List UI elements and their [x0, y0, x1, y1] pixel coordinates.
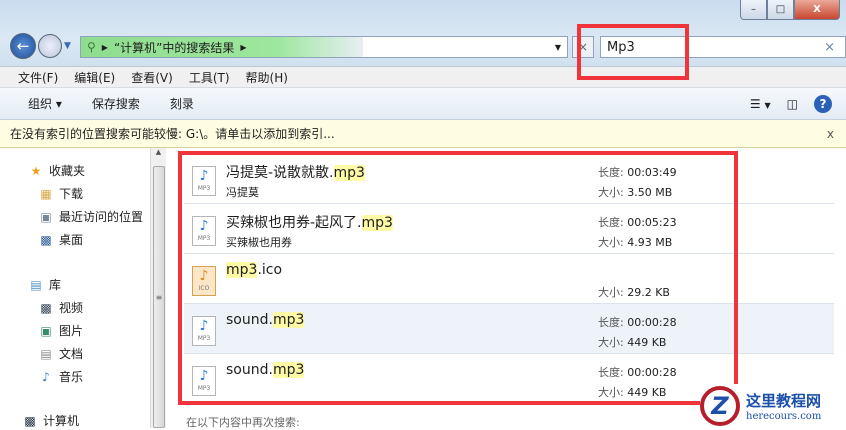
sidebar-item-desktop[interactable]: ▩ 桌面	[38, 231, 83, 248]
ico-file-icon: ♪ ICO	[192, 266, 216, 296]
sidebar-label: 视频	[59, 301, 84, 315]
toolbar-right: ☰ ▼ ◫ ?	[750, 95, 832, 113]
mp3-file-icon: ♪ MP3	[192, 366, 216, 396]
forward-button[interactable]	[38, 34, 62, 58]
file-length: 长度: 00:05:23	[598, 216, 677, 229]
file-size: 大小: 3.50 MB	[598, 186, 673, 199]
breadcrumb-arrow-icon[interactable]: ▶	[240, 43, 246, 52]
back-button[interactable]: ←	[10, 33, 36, 59]
mp3-file-icon: ♪ MP3	[192, 166, 216, 196]
watermark-logo: Z	[700, 386, 740, 426]
menu-view[interactable]: 查看(V)	[131, 69, 173, 86]
file-artist: 买辣椒也用券	[226, 236, 292, 249]
save-search-button[interactable]: 保存搜索	[92, 95, 140, 112]
sidebar-label: 收藏夹	[49, 164, 86, 178]
music-icon: ♪	[42, 369, 50, 384]
view-options-icon[interactable]: ☰ ▼	[750, 97, 771, 111]
documents-icon: ▤	[40, 346, 52, 361]
file-name: sound.mp3	[226, 362, 305, 378]
preview-pane-icon[interactable]: ◫	[787, 97, 798, 111]
mp3-file-icon: ♪ MP3	[192, 216, 216, 246]
mp3-file-icon: ♪ MP3	[192, 316, 216, 346]
close-button[interactable]: X	[794, 0, 840, 20]
search-value: Mp3	[607, 39, 635, 55]
sidebar-label: 文档	[59, 347, 84, 361]
scrollbar-thumb[interactable]: ≡	[153, 166, 165, 428]
file-name: 买辣椒也用券-起风了.mp3	[226, 215, 393, 231]
downloads-folder-icon: ▦	[40, 186, 52, 201]
maximize-button[interactable]: □	[767, 0, 794, 20]
file-length: 长度: 00:00:28	[598, 366, 677, 379]
sidebar-item-recent[interactable]: ▣ 最近访问的位置	[38, 208, 143, 225]
pictures-icon: ▣	[40, 323, 52, 338]
sidebar-item-videos[interactable]: ▩ 视频	[38, 299, 83, 316]
list-item[interactable]: ♪ ICO mp3.ico 大小: 29.2 KB	[184, 254, 834, 304]
sidebar-item-libraries[interactable]: ▤ 库	[28, 276, 61, 293]
sidebar-label: 桌面	[59, 233, 84, 247]
sidebar-item-computer[interactable]: ▩ 计算机	[22, 412, 79, 429]
sidebar-item-documents[interactable]: ▤ 文档	[38, 345, 83, 362]
address-dropdown-icon[interactable]: ▼	[555, 43, 561, 52]
sidebar-label: 最近访问的位置	[59, 210, 144, 224]
burn-button[interactable]: 刻录	[170, 95, 194, 112]
history-dropdown-icon[interactable]: ▼	[64, 41, 71, 51]
watermark: Z 这里教程网 herecours.com	[700, 384, 846, 428]
menu-help[interactable]: 帮助(H)	[246, 69, 288, 86]
sidebar-item-music[interactable]: ♪ 音乐	[38, 368, 83, 385]
minimize-button[interactable]: –	[740, 0, 767, 20]
library-icon: ▤	[30, 277, 42, 292]
file-length: 长度: 00:03:49	[598, 166, 677, 179]
sidebar-scrollbar[interactable]: ▲ ≡	[150, 148, 166, 428]
info-text[interactable]: 在没有索引的位置搜索可能较慢: G:\。请单击以添加到索引...	[10, 125, 335, 142]
sidebar-label: 下载	[59, 187, 84, 201]
file-name: mp3.ico	[226, 262, 283, 278]
sidebar-label: 计算机	[43, 414, 80, 428]
desktop-icon: ▩	[40, 232, 52, 247]
window-controls: – □ X	[740, 0, 840, 20]
file-length: 长度: 00:00:28	[598, 316, 677, 329]
sidebar-item-downloads[interactable]: ▦ 下载	[38, 185, 83, 202]
file-size: 大小: 4.93 MB	[598, 236, 673, 249]
sidebar-label: 音乐	[59, 370, 84, 384]
organize-button[interactable]: 组织 ▾	[28, 95, 62, 112]
file-name: 冯提莫-说散就散.mp3	[226, 165, 365, 181]
nav-buttons: ← ▼	[10, 33, 71, 59]
file-artist: 冯提莫	[226, 186, 259, 199]
scroll-up-icon[interactable]: ▲	[151, 148, 166, 156]
sidebar-label: 图片	[59, 324, 84, 338]
address-bar[interactable]: ⚲ ▶ “计算机”中的搜索结果 ▶ ▼	[80, 36, 568, 58]
search-icon: ⚲	[87, 40, 96, 54]
list-item[interactable]: ♪ MP3 买辣椒也用券-起风了.mp3 买辣椒也用券 长度: 00:05:23 …	[184, 204, 834, 254]
list-item[interactable]: ♪ MP3 sound.mp3 长度: 00:00:28 大小: 449 KB	[184, 304, 834, 354]
help-button[interactable]: ?	[814, 95, 832, 113]
file-name: sound.mp3	[226, 312, 305, 328]
computer-icon: ▩	[24, 413, 36, 428]
menu-edit[interactable]: 编辑(E)	[74, 69, 115, 86]
file-size: 大小: 449 KB	[598, 386, 667, 399]
sidebar-label: 库	[49, 278, 62, 292]
video-icon: ▩	[40, 300, 52, 315]
sidebar-item-pictures[interactable]: ▣ 图片	[38, 322, 83, 339]
menu-file[interactable]: 文件(F)	[18, 69, 58, 86]
watermark-name: 这里教程网	[746, 392, 822, 410]
list-item[interactable]: ♪ MP3 冯提莫-说散就散.mp3 冯提莫 长度: 00:03:49 大小: 3…	[184, 154, 834, 204]
menu-bar: 文件(F) 编辑(E) 查看(V) 工具(T) 帮助(H)	[0, 66, 846, 88]
search-input[interactable]: Mp3 ×	[600, 36, 846, 58]
info-close-button[interactable]: x	[827, 127, 834, 141]
file-size: 大小: 29.2 KB	[598, 286, 670, 299]
sidebar-item-favorites[interactable]: ★ 收藏夹	[28, 162, 85, 179]
navigation-pane: ★ 收藏夹 ▦ 下载 ▣ 最近访问的位置 ▩ 桌面 ▤ 库 ▩ 视频 ▣ 图片 ▤ 文档 ♪ 音乐…	[0, 148, 150, 428]
clear-search-button[interactable]: ×	[824, 40, 835, 55]
file-size: 大小: 449 KB	[598, 336, 667, 349]
stop-search-button[interactable]: ×	[572, 36, 594, 58]
star-icon: ★	[30, 163, 42, 178]
toolbar: 组织 ▾ 保存搜索 刻录	[0, 88, 846, 120]
info-bar[interactable]: 在没有索引的位置搜索可能较慢: G:\。请单击以添加到索引... x	[0, 120, 846, 148]
menu-tools[interactable]: 工具(T)	[189, 69, 230, 86]
watermark-url: herecours.com	[746, 411, 822, 422]
breadcrumb-arrow-icon[interactable]: ▶	[102, 43, 108, 52]
recent-places-icon: ▣	[40, 209, 52, 224]
breadcrumb[interactable]: “计算机”中的搜索结果	[114, 39, 234, 56]
